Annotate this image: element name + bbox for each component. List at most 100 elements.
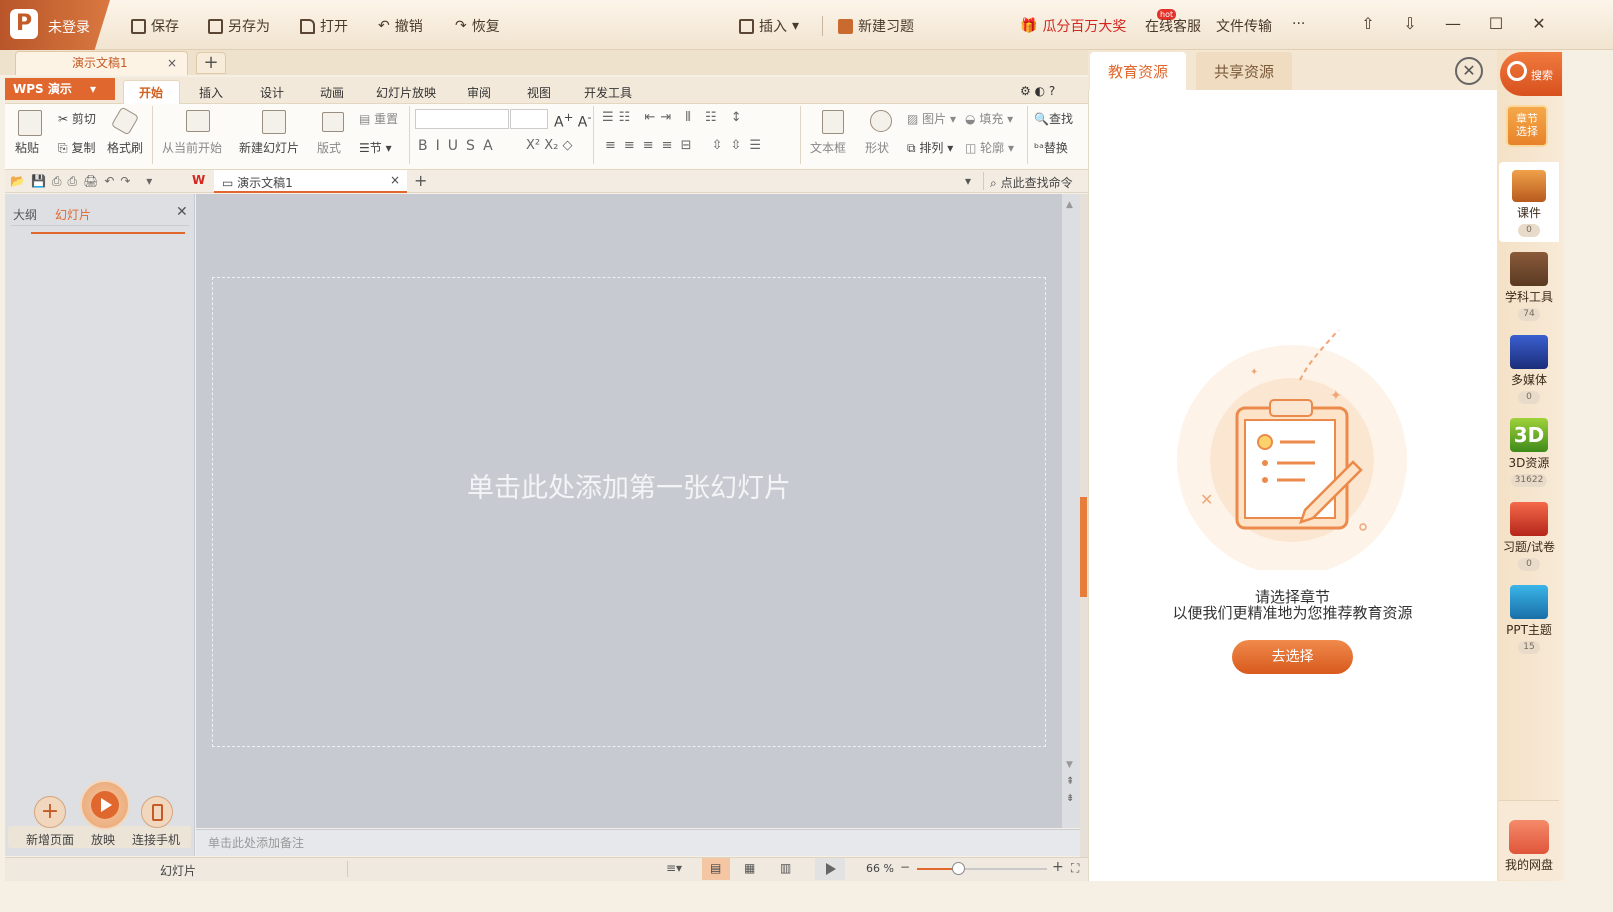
- list-format-buttons[interactable]: ☰☷ ⇤⇥ ⫴ ☷ ↕: [602, 110, 747, 125]
- fill-button[interactable]: ◒ 填充 ▾: [965, 110, 1013, 127]
- new-page-button[interactable]: 新增页面: [26, 831, 74, 848]
- maximize-button[interactable]: ☐: [1485, 14, 1507, 33]
- from-current-button[interactable]: 从当前开始: [162, 139, 222, 156]
- sidebar-item-ppt-themes[interactable]: PPT主题 15: [1499, 585, 1559, 654]
- save-button[interactable]: 保存: [131, 16, 179, 36]
- zoom-slider-thumb[interactable]: [952, 862, 965, 875]
- outline-button[interactable]: ◫ 轮廓 ▾: [965, 139, 1014, 156]
- promo-link[interactable]: 🎁 瓜分百万大奖: [1020, 16, 1126, 36]
- layout-button[interactable]: 版式: [317, 139, 341, 156]
- slide-placeholder[interactable]: [212, 277, 1046, 747]
- sidebar-search-button[interactable]: 搜索: [1500, 52, 1562, 96]
- font-size-select[interactable]: [510, 109, 548, 129]
- paste-button[interactable]: 粘贴: [15, 139, 39, 156]
- tab-outline[interactable]: 大纲: [13, 206, 37, 223]
- scroll-up-icon[interactable]: ▲: [1066, 200, 1073, 210]
- add-page-icon[interactable]: +: [34, 796, 66, 828]
- phone-icon[interactable]: [141, 796, 173, 828]
- fit-window-icon[interactable]: ⛶: [1071, 861, 1079, 876]
- sidebar-item-subject-tools[interactable]: 学科工具 74: [1499, 252, 1559, 321]
- tab-slideshow[interactable]: 幻灯片放映: [376, 84, 436, 101]
- sidebar-item-courseware[interactable]: 课件 0: [1499, 170, 1559, 237]
- font-family-select[interactable]: [415, 109, 509, 129]
- connect-phone-button[interactable]: 连接手机: [132, 831, 180, 848]
- redo-button[interactable]: ↷ 恢复: [455, 16, 500, 36]
- tab-edu-resources[interactable]: 教育资源: [1090, 52, 1187, 90]
- open-doc-tab[interactable]: ▭ 演示文稿1 ×: [214, 170, 407, 193]
- close-pane-icon[interactable]: ✕: [176, 204, 188, 220]
- reading-view-icon[interactable]: ▥: [780, 861, 791, 875]
- alignment-buttons[interactable]: ≡≡≡≡⊟ ⇳⇳☰: [605, 138, 769, 153]
- shape-button[interactable]: 形状: [865, 139, 889, 156]
- section-button[interactable]: ☰节 ▾: [359, 139, 392, 156]
- insert-menu-button[interactable]: 插入 ▾: [739, 16, 799, 36]
- zoom-out-icon[interactable]: −: [900, 860, 910, 874]
- picture-button[interactable]: ▨ 图片 ▾: [907, 110, 956, 127]
- play-label[interactable]: 放映: [91, 831, 115, 848]
- font-size-adjust-buttons[interactable]: A+ A-: [554, 110, 592, 131]
- tab-developer[interactable]: 开发工具: [584, 84, 632, 101]
- more-button[interactable]: ···: [1292, 16, 1305, 32]
- file-transfer-button[interactable]: 文件传输: [1216, 16, 1272, 36]
- account-login-button[interactable]: P 未登录: [0, 0, 110, 50]
- notes-area[interactable]: 单击此处添加备注: [196, 829, 1080, 856]
- tab-design[interactable]: 设计: [260, 84, 284, 101]
- ribbon-settings-icon[interactable]: ⚙ ◐ ?: [1020, 84, 1055, 98]
- new-tab-button[interactable]: +: [196, 52, 226, 74]
- command-search[interactable]: ⌕ 点此查找命令: [990, 174, 1073, 191]
- paste-icon[interactable]: [18, 110, 42, 136]
- zoom-value[interactable]: 66 %: [866, 862, 894, 875]
- new-slide-button[interactable]: 新建幻灯片: [239, 139, 299, 156]
- online-service-button[interactable]: 在线客服: [1145, 16, 1201, 36]
- close-panel-icon[interactable]: ✕: [1455, 57, 1483, 85]
- sorter-view-icon[interactable]: ▦: [744, 861, 755, 875]
- tab-shared-resources[interactable]: 共享资源: [1196, 52, 1293, 90]
- tab-view[interactable]: 视图: [527, 84, 551, 101]
- sidebar-item-cloud-drive[interactable]: 我的网盘: [1499, 820, 1559, 873]
- notes-toggle-icon[interactable]: ≡▾: [666, 861, 682, 875]
- sidebar-item-multimedia[interactable]: 多媒体 0: [1499, 335, 1559, 404]
- play-button[interactable]: [80, 780, 130, 830]
- open-button[interactable]: 打开: [300, 16, 348, 36]
- reset-button[interactable]: ▤ 重置: [359, 110, 398, 127]
- wps-app-menu[interactable]: WPS 演示 ▾: [5, 78, 115, 100]
- text-format-buttons[interactable]: BIUSA: [418, 138, 501, 154]
- format-painter-button[interactable]: 格式刷: [107, 139, 143, 156]
- add-first-slide-hint[interactable]: 单击此处添加第一张幻灯片: [212, 466, 1046, 505]
- collapse-panel-handle[interactable]: [1080, 497, 1087, 597]
- sub-sup-script-buttons[interactable]: X² X₂ ◇: [526, 138, 573, 153]
- cut-button[interactable]: ✂ 剪切: [58, 110, 96, 127]
- close-tab-icon[interactable]: ×: [167, 52, 177, 74]
- new-doc-plus-icon[interactable]: +: [414, 171, 427, 190]
- chapter-select-button[interactable]: 章节选择: [1506, 105, 1548, 147]
- minimize-button[interactable]: —: [1442, 14, 1464, 33]
- sidebar-item-exercises[interactable]: 习题/试卷 0: [1499, 502, 1559, 571]
- document-tab[interactable]: 演示文稿1 ×: [15, 51, 188, 75]
- vertical-scrollbar[interactable]: ▲ ▼ ⇞ ⇟: [1062, 194, 1080, 828]
- download-icon[interactable]: ⇩: [1399, 14, 1421, 33]
- save-as-button[interactable]: 另存为: [208, 16, 270, 36]
- find-button[interactable]: 🔍查找: [1034, 110, 1074, 127]
- next-slide-icon[interactable]: ⇟: [1066, 793, 1074, 804]
- quick-access-icons[interactable]: 📂💾⎙⎙🖨↶↷ ▾: [10, 174, 158, 189]
- upload-icon[interactable]: ⇧: [1357, 14, 1379, 33]
- textbox-button[interactable]: 文本框: [810, 139, 846, 156]
- prev-slide-icon[interactable]: ⇞: [1066, 776, 1074, 787]
- tab-insert[interactable]: 插入: [199, 84, 223, 101]
- go-select-button[interactable]: 去选择: [1232, 640, 1353, 674]
- close-doc-icon[interactable]: ×: [390, 173, 400, 187]
- tab-review[interactable]: 审阅: [467, 84, 491, 101]
- sidebar-item-3d[interactable]: 3D 3D资源 31622: [1499, 418, 1559, 487]
- tab-home[interactable]: 开始: [139, 84, 163, 101]
- undo-button[interactable]: ↶ 撤销: [378, 16, 423, 36]
- arrange-button[interactable]: ⧉ 排列 ▾: [907, 139, 953, 156]
- close-window-button[interactable]: ✕: [1528, 14, 1550, 33]
- new-exercise-button[interactable]: 新建习题: [838, 16, 914, 36]
- zoom-in-icon[interactable]: +: [1052, 859, 1064, 875]
- tab-animation[interactable]: 动画: [320, 84, 344, 101]
- toolbar-options-icon[interactable]: ▾: [965, 174, 971, 188]
- replace-button[interactable]: ᵇᵃ替换: [1034, 139, 1074, 156]
- scroll-down-icon[interactable]: ▼: [1066, 760, 1073, 770]
- tab-slides[interactable]: 幻灯片: [55, 206, 91, 223]
- copy-button[interactable]: ⎘ 复制: [58, 139, 95, 156]
